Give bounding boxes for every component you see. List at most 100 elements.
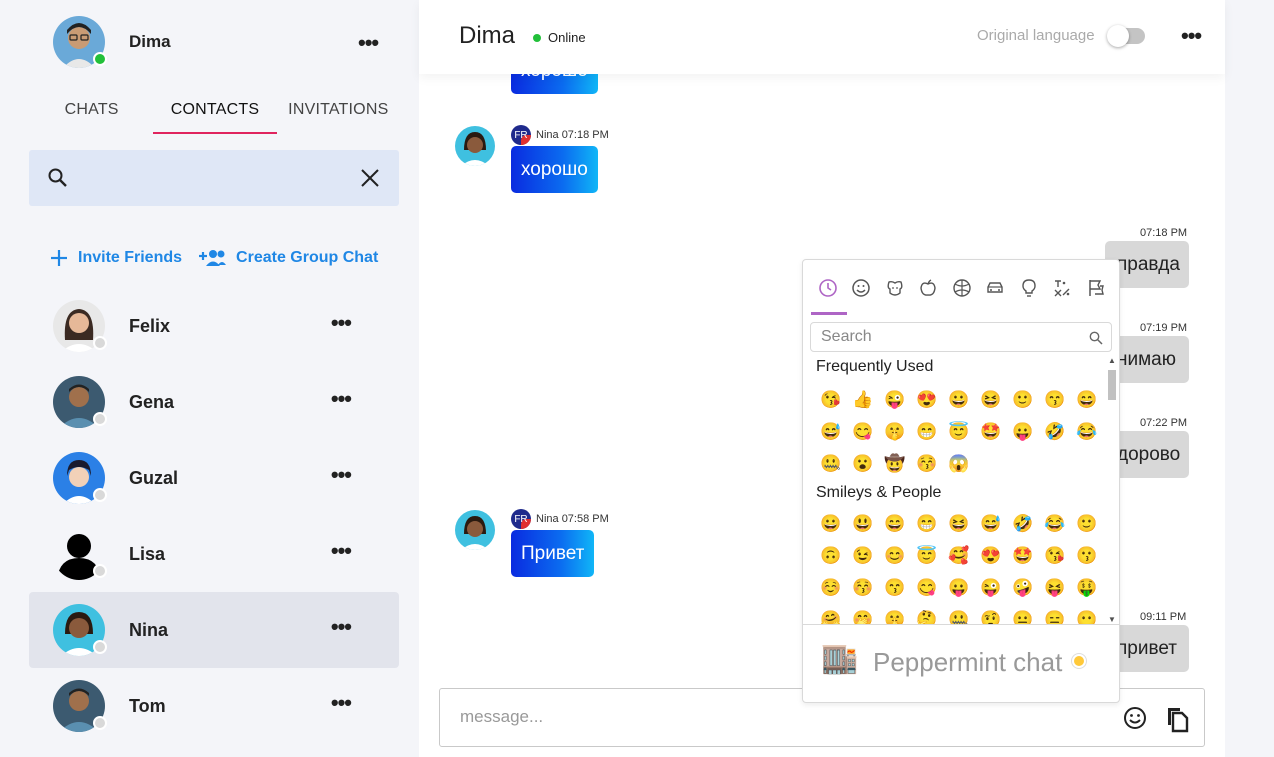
emoji-button[interactable]: 🤐	[943, 604, 975, 624]
emoji-button[interactable]: 😇	[943, 416, 975, 448]
emoji-button[interactable]: 😉	[847, 540, 879, 572]
emoji-button[interactable]: 🤔	[911, 604, 943, 624]
contact-nina[interactable]: Nina •••	[29, 592, 399, 668]
contact-search-box[interactable]	[29, 150, 399, 206]
category-travel[interactable]	[979, 260, 1013, 316]
contact-more-icon[interactable]: •••	[331, 464, 352, 486]
emoji-button[interactable]: 😀	[943, 384, 975, 416]
contact-felix[interactable]: Felix •••	[29, 288, 399, 364]
emoji-button[interactable]: 😂	[1071, 416, 1103, 448]
emoji-button[interactable]: 😆	[975, 384, 1007, 416]
emoji-button[interactable]: 😂	[1039, 508, 1071, 540]
emoji-button[interactable]: 😜	[975, 572, 1007, 604]
emoji-button[interactable]: 🤫	[879, 416, 911, 448]
emoji-button[interactable]: 😙	[879, 572, 911, 604]
chat-more-icon[interactable]: •••	[1181, 25, 1202, 47]
emoji-button[interactable]: 😄	[879, 508, 911, 540]
contact-gena[interactable]: Gena •••	[29, 364, 399, 440]
tab-chats[interactable]: CHATS	[30, 92, 153, 134]
emoji-button[interactable]: 😊	[879, 540, 911, 572]
emoji-button[interactable]: 😃	[847, 508, 879, 540]
emoji-scrollbar[interactable]: ▲ ▼	[1106, 356, 1118, 624]
emoji-button[interactable]: 😝	[1039, 572, 1071, 604]
scroll-thumb[interactable]	[1108, 370, 1116, 400]
category-recent[interactable]	[811, 260, 846, 316]
attach-icon[interactable]	[1164, 705, 1190, 733]
emoji-button[interactable]: 😍	[911, 384, 943, 416]
category-symbols[interactable]	[1046, 260, 1080, 316]
emoji-button[interactable]: 😇	[911, 540, 943, 572]
emoji-button[interactable]: 🤠	[879, 448, 911, 480]
emoji-icon[interactable]	[1123, 706, 1147, 730]
emoji-button[interactable]: 🥰	[943, 540, 975, 572]
emoji-button[interactable]: 😜	[879, 384, 911, 416]
emoji-button[interactable]: ☺️	[815, 572, 847, 604]
emoji-button[interactable]: 🤫	[879, 604, 911, 624]
emoji-button[interactable]: 🙂	[1071, 508, 1103, 540]
emoji-button[interactable]: 😆	[943, 508, 975, 540]
emoji-button[interactable]: 😐	[1007, 604, 1039, 624]
emoji-button[interactable]: 🤐	[815, 448, 847, 480]
emoji-button[interactable]: 😛	[1007, 416, 1039, 448]
emoji-button[interactable]: 😁	[911, 508, 943, 540]
emoji-button[interactable]: 😘	[1039, 540, 1071, 572]
emoji-button[interactable]: 😅	[975, 508, 1007, 540]
emoji-button[interactable]: 😱	[943, 448, 975, 480]
emoji-search-input[interactable]	[821, 328, 1081, 346]
emoji-button[interactable]: 😗	[1071, 540, 1103, 572]
contact-more-icon[interactable]: •••	[331, 540, 352, 562]
category-activity[interactable]	[945, 260, 979, 316]
category-objects[interactable]	[1012, 260, 1046, 316]
create-group-chat-button[interactable]: Create Group Chat	[198, 248, 378, 268]
emoji-button[interactable]: 🙂	[1007, 384, 1039, 416]
original-language-toggle[interactable]	[1107, 25, 1145, 47]
emoji-button[interactable]: 😀	[815, 508, 847, 540]
scroll-up-arrow-icon[interactable]: ▲	[1108, 356, 1116, 365]
contact-more-icon[interactable]: •••	[331, 312, 352, 334]
my-avatar[interactable]	[53, 16, 107, 68]
emoji-button[interactable]: 😋	[847, 416, 879, 448]
emoji-button[interactable]: 😅	[815, 416, 847, 448]
contact-lisa[interactable]: Lisa •••	[29, 516, 399, 592]
emoji-button[interactable]: 😑	[1039, 604, 1071, 624]
category-smileys[interactable]	[845, 260, 879, 316]
emoji-button[interactable]: 🤨	[975, 604, 1007, 624]
emoji-button[interactable]: 🤑	[1071, 572, 1103, 604]
emoji-button[interactable]: 🤣	[1039, 416, 1071, 448]
emoji-button[interactable]: 😚	[847, 572, 879, 604]
emoji-button[interactable]: 😶	[1071, 604, 1103, 624]
contact-more-icon[interactable]: •••	[331, 692, 352, 714]
profile-more-icon[interactable]: •••	[358, 32, 379, 54]
category-animals[interactable]	[878, 260, 912, 316]
emoji-button[interactable]: 🤗	[815, 604, 847, 624]
category-food[interactable]	[912, 260, 946, 316]
emoji-button[interactable]: 🤭	[847, 604, 879, 624]
emoji-button[interactable]: 🤪	[1007, 572, 1039, 604]
contact-tom[interactable]: Tom •••	[29, 668, 399, 744]
skin-tone-selector[interactable]	[1071, 653, 1087, 669]
emoji-button[interactable]: 😘	[815, 384, 847, 416]
emoji-button[interactable]: 🤣	[1007, 508, 1039, 540]
emoji-button[interactable]: 😮	[847, 448, 879, 480]
contact-more-icon[interactable]: •••	[331, 616, 352, 638]
emoji-button[interactable]: 🤩	[975, 416, 1007, 448]
emoji-button[interactable]: 🤩	[1007, 540, 1039, 572]
tab-contacts[interactable]: CONTACTS	[153, 92, 277, 134]
clear-search-icon[interactable]	[359, 167, 381, 189]
emoji-button[interactable]: 👍	[847, 384, 879, 416]
tab-invitations[interactable]: INVITATIONS	[277, 92, 400, 134]
emoji-button[interactable]: 😄	[1071, 384, 1103, 416]
message-input[interactable]	[460, 707, 1060, 727]
emoji-button[interactable]: 🙃	[815, 540, 847, 572]
emoji-button[interactable]: 😙	[1039, 384, 1071, 416]
contact-more-icon[interactable]: •••	[331, 388, 352, 410]
emoji-button[interactable]: 😋	[911, 572, 943, 604]
emoji-button[interactable]: 😁	[911, 416, 943, 448]
emoji-button[interactable]: 😛	[943, 572, 975, 604]
scroll-down-arrow-icon[interactable]: ▼	[1108, 615, 1116, 624]
invite-friends-button[interactable]: Invite Friends	[50, 249, 182, 267]
emoji-button[interactable]: 😍	[975, 540, 1007, 572]
category-flags[interactable]	[1079, 260, 1113, 316]
emoji-button[interactable]: 😚	[911, 448, 943, 480]
contact-guzal[interactable]: Guzal •••	[29, 440, 399, 516]
